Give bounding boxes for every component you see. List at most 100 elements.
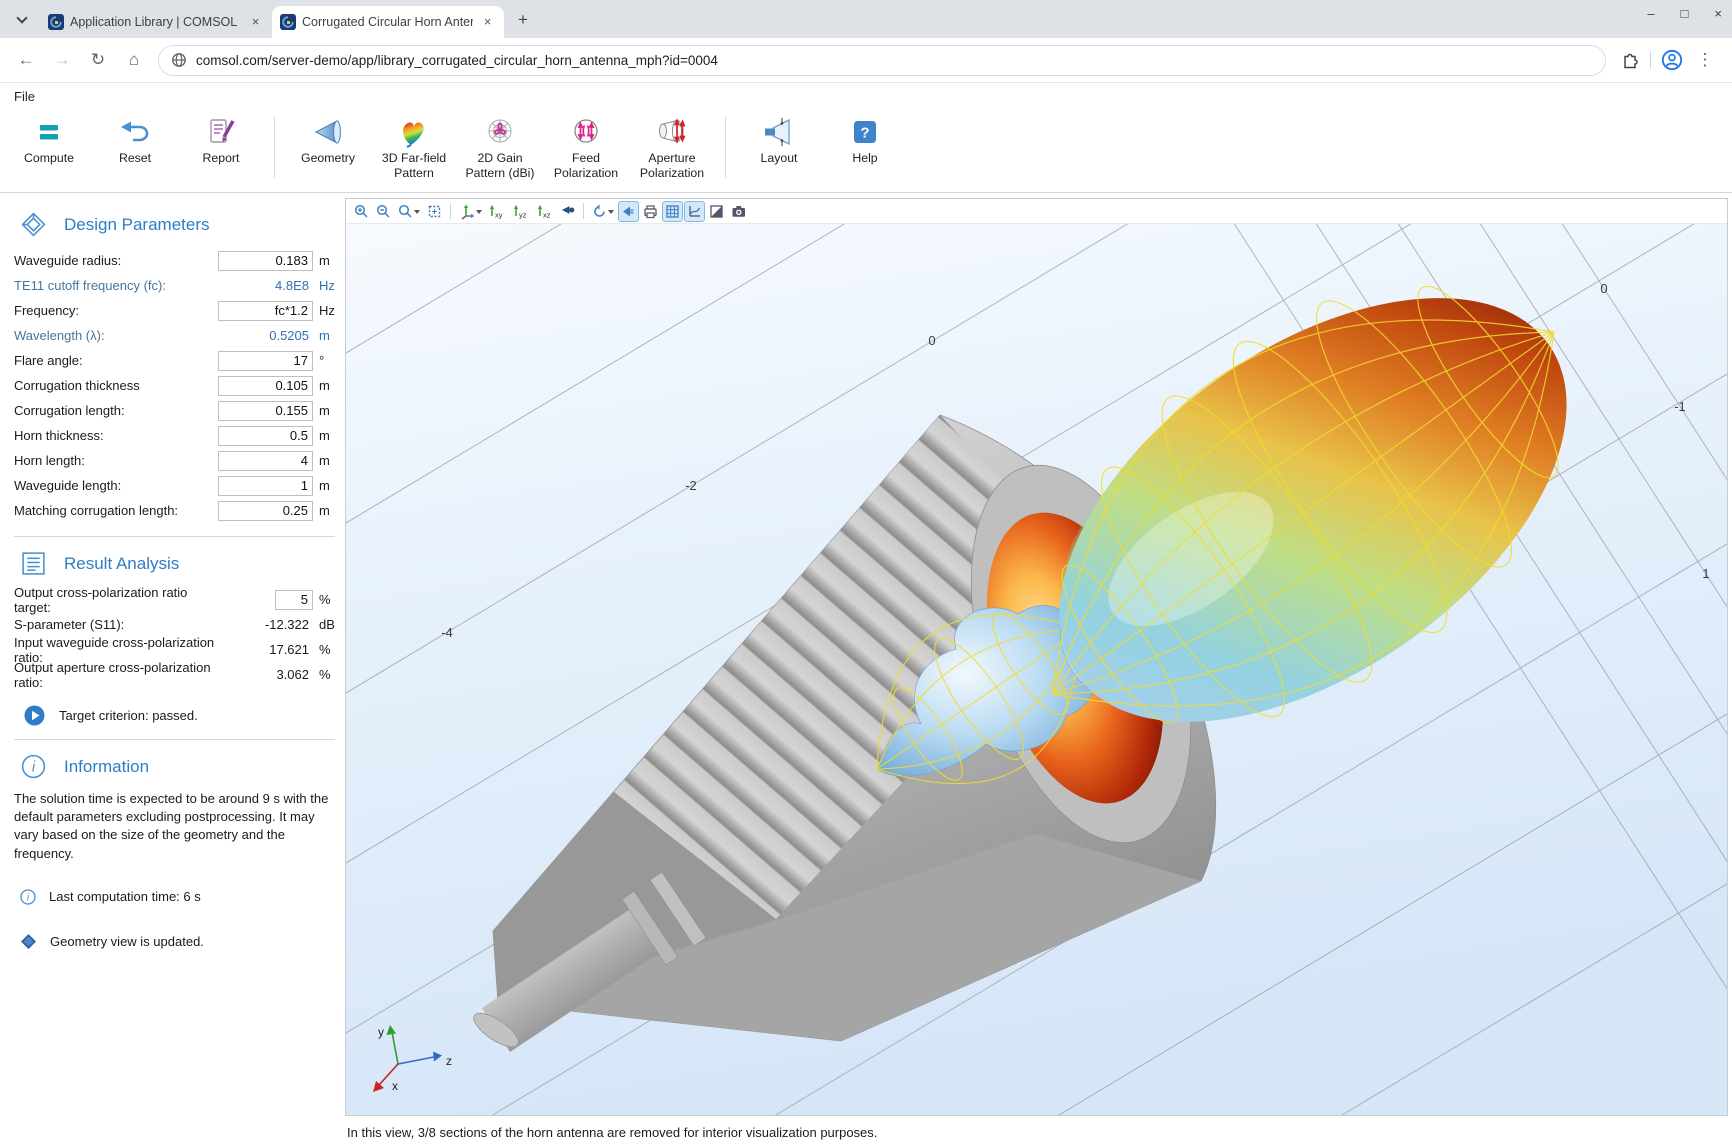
s-parameter-value: -12.322 xyxy=(218,617,313,632)
horn-thickness-input[interactable] xyxy=(218,426,313,446)
address-bar[interactable]: comsol.com/server-demo/app/library_corru… xyxy=(158,45,1606,76)
play-icon xyxy=(24,705,45,726)
layout-icon xyxy=(761,116,797,148)
report-icon xyxy=(203,116,239,148)
graphics-panel: xy yz xz xyxy=(345,198,1728,1145)
svg-text:xy: xy xyxy=(495,210,503,219)
target-criterion-status: Target criterion: passed. xyxy=(59,708,198,723)
forward-button[interactable]: → xyxy=(47,45,77,75)
parameter-row: TE11 cutoff frequency (fc):4.8E8Hz xyxy=(14,273,345,298)
home-button[interactable]: ⌂ xyxy=(119,45,149,75)
window-maximize-button[interactable]: □ xyxy=(1681,6,1689,21)
parameter-row: Frequency:Hz xyxy=(14,298,345,323)
feed-polarization-button[interactable]: Feed Polarization xyxy=(543,110,629,182)
tab-horn-antenna[interactable]: Corrugated Circular Horn Anten × xyxy=(272,6,504,38)
layout-button[interactable]: Layout xyxy=(736,110,822,166)
show-grid-button[interactable] xyxy=(662,201,683,222)
graphics-canvas[interactable]: 0 -2 -4 0 -1 1 xyxy=(346,224,1727,1115)
waveguide-radius-input[interactable] xyxy=(218,251,313,271)
window-close-button[interactable]: × xyxy=(1714,6,1722,21)
input-cross-polarization-value: 17.621 xyxy=(218,642,313,657)
parameter-row: Waveguide length:m xyxy=(14,473,345,498)
info-small-icon: i xyxy=(20,889,36,905)
parameter-row: Corrugation thicknessm xyxy=(14,373,345,398)
waveguide-length-input[interactable] xyxy=(218,476,313,496)
corrugation-thickness-input[interactable] xyxy=(218,376,313,396)
color-theme-button[interactable] xyxy=(706,201,727,222)
zoom-in-button[interactable] xyxy=(351,201,372,222)
parameter-row: Corrugation length:m xyxy=(14,398,345,423)
parameter-row: Wavelength (λ):0.5205m xyxy=(14,323,345,348)
report-button[interactable]: Report xyxy=(178,110,264,166)
geometry-button[interactable]: Geometry xyxy=(285,110,371,166)
back-button[interactable]: ← xyxy=(11,45,41,75)
help-button[interactable]: ? Help xyxy=(822,110,908,166)
file-menu[interactable]: File xyxy=(14,89,35,104)
wavelength-value: 0.5205 xyxy=(218,328,313,343)
zoom-box-button[interactable] xyxy=(395,201,423,222)
divider xyxy=(14,536,335,537)
result-row: Output cross-polarization ratio target:% xyxy=(14,587,345,612)
section-title: Result Analysis xyxy=(64,554,179,574)
corrugation-length-input[interactable] xyxy=(218,401,313,421)
tab-search-button[interactable] xyxy=(8,6,36,34)
site-info-icon[interactable] xyxy=(171,52,187,68)
parameter-row: Waveguide radius:m xyxy=(14,248,345,273)
profile-icon[interactable] xyxy=(1661,49,1683,71)
transparency-button[interactable] xyxy=(618,201,639,222)
window-minimize-button[interactable]: – xyxy=(1647,6,1654,21)
axis-tick-label: -1 xyxy=(1674,399,1686,414)
flare-angle-input[interactable] xyxy=(218,351,313,371)
zoom-out-button[interactable] xyxy=(373,201,394,222)
svg-text:xz: xz xyxy=(543,210,551,219)
tab-title: Corrugated Circular Horn Anten xyxy=(302,15,473,29)
cross-polarization-target-input[interactable] xyxy=(275,590,313,610)
show-axes-button[interactable] xyxy=(684,201,705,222)
gain-pattern-icon xyxy=(482,116,518,148)
tab-close-icon[interactable]: × xyxy=(479,14,496,31)
information-paragraph: The solution time is expected to be arou… xyxy=(14,790,332,863)
reset-icon xyxy=(117,116,153,148)
browser-menu-icon[interactable]: ⋮ xyxy=(1690,45,1720,75)
horn-length-input[interactable] xyxy=(218,451,313,471)
far-field-pattern-button[interactable]: 3D Far-field Pattern xyxy=(371,110,457,182)
go-to-yz-view-button[interactable]: yz xyxy=(509,201,532,222)
reset-button[interactable]: Reset xyxy=(92,110,178,166)
geometry-updated-icon xyxy=(20,933,37,950)
gain-pattern-button[interactable]: 2D Gain Pattern (dBi) xyxy=(457,110,543,182)
print-button[interactable] xyxy=(640,201,661,222)
new-tab-button[interactable]: + xyxy=(510,7,536,33)
result-row: S-parameter (S11):-12.322dB xyxy=(14,612,345,637)
app-toolbar: Compute Reset Report Geometry 3D Far-fie… xyxy=(0,110,1732,192)
frequency-input[interactable] xyxy=(218,301,313,321)
aperture-polarization-icon xyxy=(654,116,690,148)
scene-light-button[interactable] xyxy=(557,201,578,222)
snapshot-button[interactable] xyxy=(728,201,750,222)
toolbar-separator xyxy=(450,203,451,219)
reload-button[interactable]: ↻ xyxy=(83,45,113,75)
divider xyxy=(1650,51,1651,69)
update-view-button[interactable] xyxy=(589,201,617,222)
toolbar-separator xyxy=(725,116,726,178)
parameter-row: Horn length:m xyxy=(14,448,345,473)
view-caption: In this view, 3/8 sections of the horn a… xyxy=(347,1125,1728,1140)
extensions-icon[interactable] xyxy=(1620,50,1640,70)
parameter-row: Matching corrugation length:m xyxy=(14,498,345,523)
zoom-extents-button[interactable] xyxy=(424,201,445,222)
go-to-default-view-button[interactable] xyxy=(456,201,484,222)
axis-tick-label: 0 xyxy=(928,333,935,348)
tab-application-library[interactable]: Application Library | COMSOL S × xyxy=(40,6,272,38)
go-to-xy-view-button[interactable]: xy xyxy=(485,201,508,222)
triad-z-label: z xyxy=(446,1054,452,1068)
compute-button[interactable]: Compute xyxy=(6,110,92,166)
tab-close-icon[interactable]: × xyxy=(247,14,264,31)
matching-corrugation-length-input[interactable] xyxy=(218,501,313,521)
svg-text:?: ? xyxy=(860,125,869,142)
axis-tick-label: -4 xyxy=(441,625,453,640)
graphics-toolbar: xy yz xz xyxy=(346,199,1727,224)
svg-text:i: i xyxy=(32,760,36,776)
svg-text:yz: yz xyxy=(519,210,527,219)
go-to-xz-view-button[interactable]: xz xyxy=(533,201,556,222)
aperture-polarization-button[interactable]: Aperture Polarization xyxy=(629,110,715,182)
result-row: Input waveguide cross-polarization ratio… xyxy=(14,637,345,662)
